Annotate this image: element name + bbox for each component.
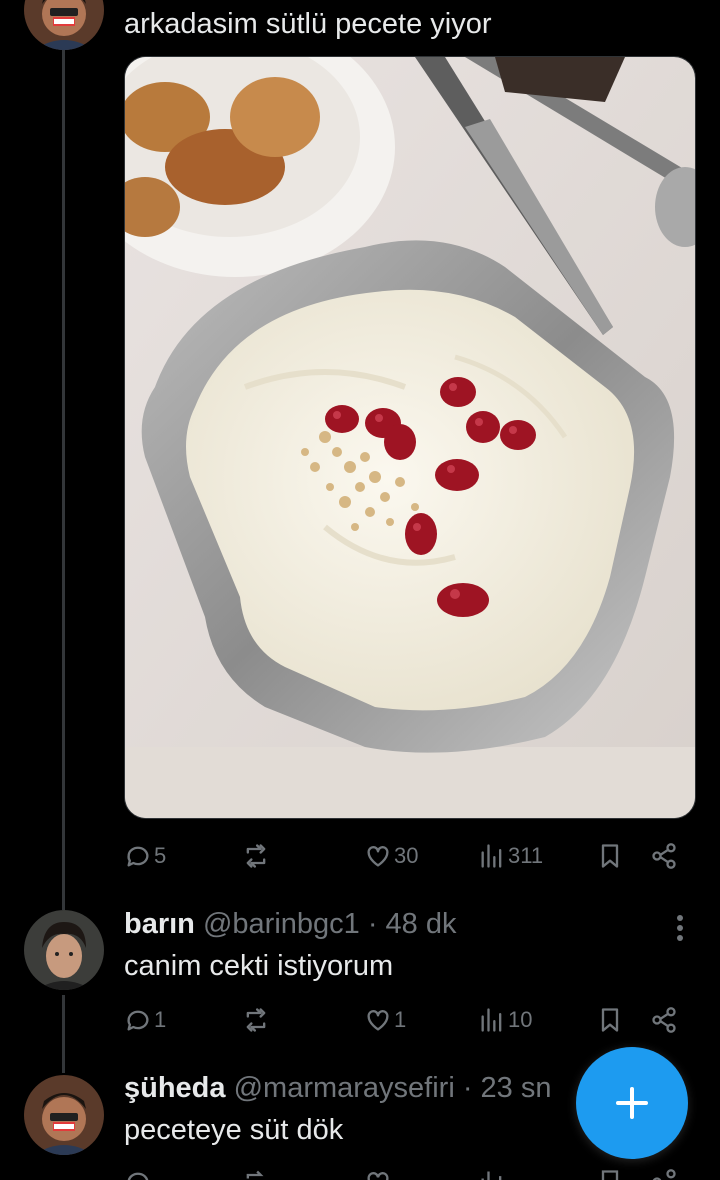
reply-header: şüheda @marmaraysefiri · 23 sn: [124, 1070, 552, 1106]
bookmark-button[interactable]: [596, 836, 624, 876]
bookmark-icon: [601, 1170, 619, 1180]
display-name[interactable]: şüheda: [124, 1072, 226, 1104]
views-button[interactable]: [478, 1162, 506, 1180]
timestamp[interactable]: · 48 dk: [368, 908, 457, 940]
reply-count: 5: [154, 843, 167, 868]
reply-actions: [124, 1162, 684, 1180]
reply-icon: [127, 1010, 149, 1031]
share-icon: [652, 1007, 676, 1033]
heart-icon: [367, 1172, 389, 1180]
avatar[interactable]: [24, 910, 104, 990]
reply-button[interactable]: [124, 1162, 152, 1180]
thread-connector: [62, 995, 65, 1073]
avatar[interactable]: [24, 1075, 104, 1155]
photo-image: [125, 57, 695, 818]
display-name[interactable]: barın: [124, 908, 195, 940]
tweet-media[interactable]: [124, 56, 696, 819]
reply-header: barın @barinbgc1 · 48 dk: [124, 906, 457, 942]
reply-text: canim cekti istiyorum: [124, 950, 394, 982]
more-icon[interactable]: [666, 910, 694, 946]
like-button[interactable]: 1: [364, 1000, 406, 1040]
reply-button[interactable]: 1: [124, 1000, 166, 1040]
share-icon: [652, 843, 676, 869]
views-button[interactable]: 10: [478, 1000, 532, 1040]
reply-actions: 1 1 10: [124, 1000, 684, 1040]
tweet-text: arkadasim sütlü pecete yiyor: [124, 8, 492, 40]
user-handle[interactable]: @barinbgc1: [203, 908, 360, 940]
share-button[interactable]: [650, 1000, 678, 1040]
bookmark-button[interactable]: [596, 1162, 624, 1180]
like-count: 30: [394, 843, 419, 868]
like-button[interactable]: 30: [364, 836, 418, 876]
like-button[interactable]: [364, 1162, 392, 1180]
retweet-button[interactable]: [242, 1162, 270, 1180]
reply-icon: [127, 846, 149, 867]
reply-text: peceteye süt dök: [124, 1114, 344, 1146]
reply-count: 1: [154, 1007, 167, 1032]
reply-icon: [127, 1172, 149, 1180]
compose-button[interactable]: [576, 1047, 688, 1159]
views-icon: [481, 1171, 502, 1180]
timestamp[interactable]: · 23 sn: [463, 1072, 552, 1104]
share-icon: [652, 1169, 676, 1180]
heart-icon: [367, 846, 389, 867]
share-button[interactable]: [650, 1162, 678, 1180]
user-handle[interactable]: @marmaraysefiri: [234, 1072, 455, 1104]
retweet-icon: [246, 844, 266, 868]
heart-icon: [367, 1010, 389, 1031]
bookmark-icon: [601, 1008, 619, 1032]
retweet-icon: [246, 1008, 266, 1032]
retweet-icon: [246, 1170, 264, 1179]
views-count: 10: [508, 1007, 533, 1032]
retweet-button[interactable]: [242, 836, 272, 876]
compose-plus-icon: [616, 1087, 648, 1119]
timeline: arkadasim sütlü pecete yiyor 5 30 311 ba…: [0, 0, 720, 1180]
retweet-button[interactable]: [242, 1000, 272, 1040]
tweet-actions: 5 30 311: [124, 836, 684, 876]
like-count: 1: [394, 1007, 407, 1032]
bookmark-button[interactable]: [596, 1000, 624, 1040]
views-count: 311: [508, 843, 544, 868]
avatar[interactable]: [24, 0, 104, 50]
thread-connector: [62, 50, 65, 910]
views-icon: [481, 1008, 502, 1032]
views-icon: [481, 844, 502, 868]
share-button[interactable]: [650, 836, 678, 876]
bookmark-icon: [601, 844, 619, 868]
reply-button[interactable]: 5: [124, 836, 166, 876]
views-button[interactable]: 311: [478, 836, 543, 876]
